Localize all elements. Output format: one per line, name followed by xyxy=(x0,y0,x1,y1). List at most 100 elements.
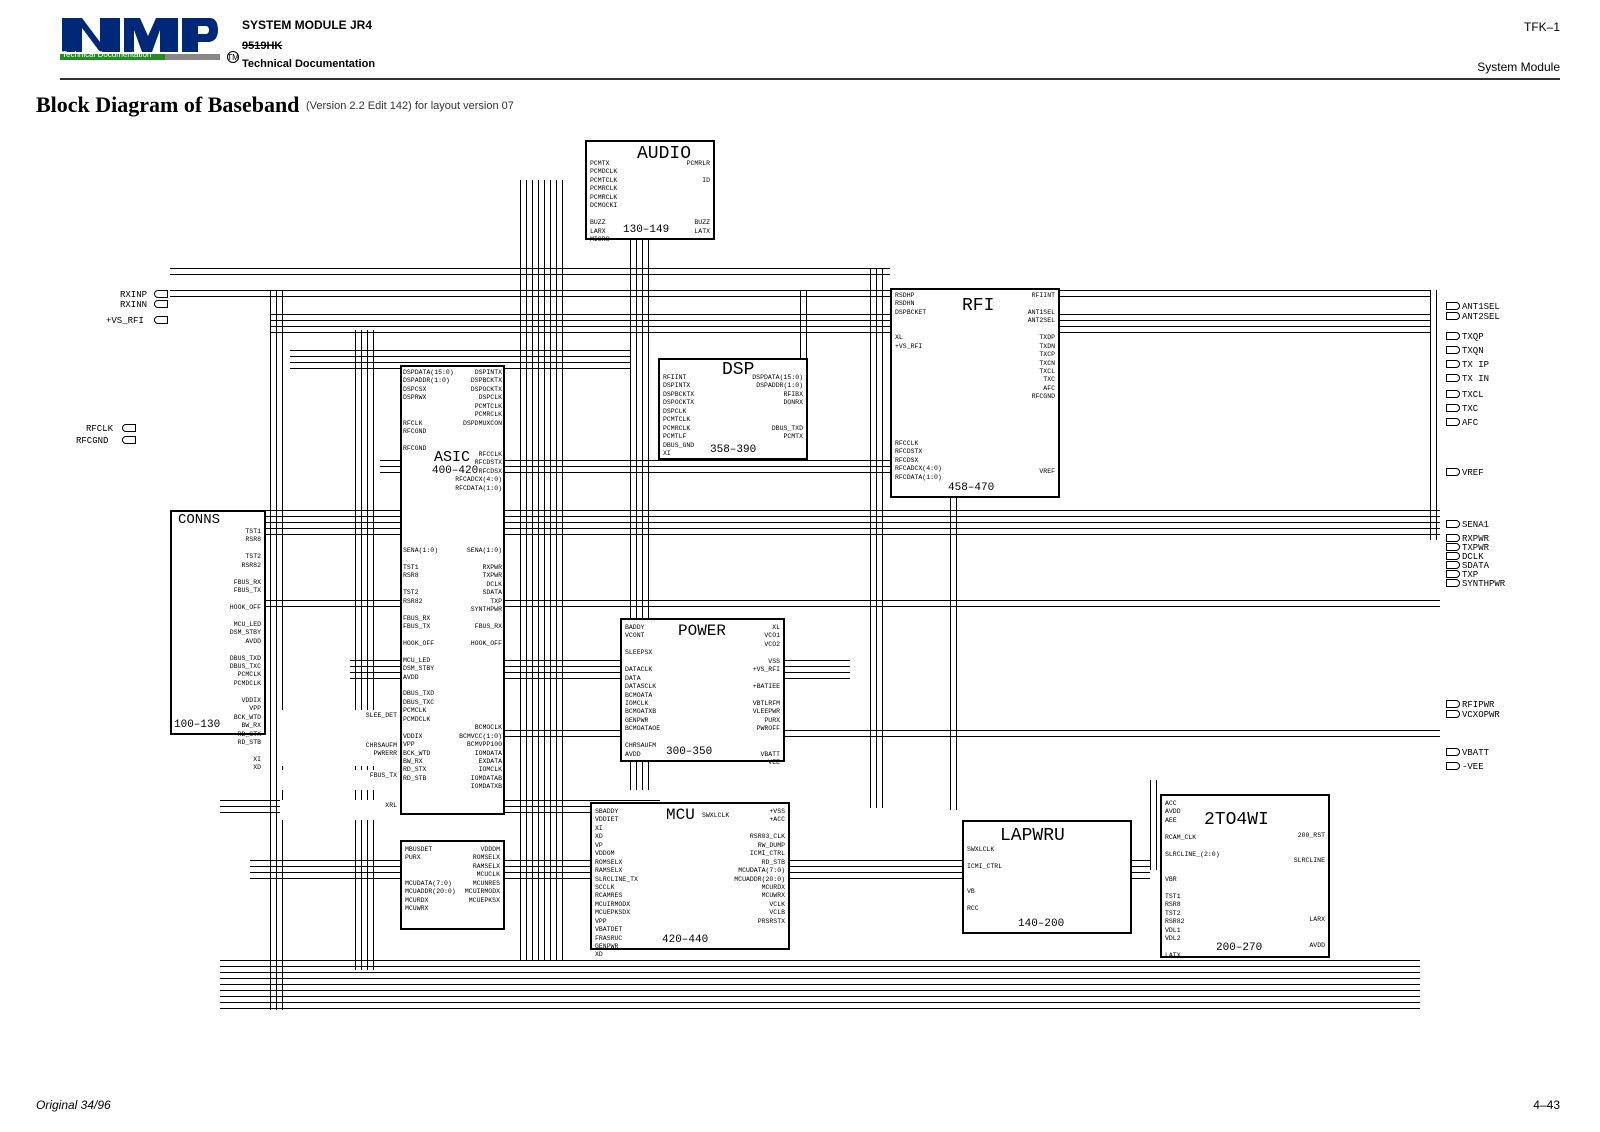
mcu-range: 420–440 xyxy=(662,934,708,946)
dsp-pins-left: RFIINT DSPINTX DSPBCKTX DSPOCKTX DSPCLK … xyxy=(663,374,694,458)
port-sym-vcxopwr xyxy=(1446,710,1460,718)
port-sym-txin xyxy=(1446,374,1460,382)
port-sym-rxinn xyxy=(154,300,168,308)
asic-sleedet: SLEE_DET xyxy=(366,712,397,720)
port-sym-txp xyxy=(1446,570,1460,578)
header-code: 9519HK xyxy=(242,40,282,52)
rfi-block: RFI RSDHP RSDHN DSPBCKET XL +VS_RFI RFII… xyxy=(890,288,1060,498)
rfi-range: 458–470 xyxy=(948,482,994,494)
port-vee: -VEE xyxy=(1462,762,1484,772)
logo-overlay-text: Technical Documentation xyxy=(62,50,151,59)
power-pins-r: XL VCO1 VCO2 VSS +VS_RFI +BATIEE VBTLRFM… xyxy=(753,624,780,767)
port-vbatt: VBATT xyxy=(1462,748,1489,758)
port-sym-synthpwr xyxy=(1446,579,1460,587)
rfi-pins-lb: RFCCLK RFCDSTX RFCDSX RFCADCX(4:0) RFCDA… xyxy=(895,440,942,482)
power-label: POWER xyxy=(678,622,726,640)
lapwru-pins-l: SWXLCLK ICMI_CTRL VB RCC xyxy=(967,846,1002,914)
lapwru-range: 140–200 xyxy=(1018,918,1064,930)
port-sym-afc xyxy=(1446,418,1460,426)
port-vcxopwr: VCXOPWR xyxy=(1462,710,1500,720)
power-pins-l: BADDY VCONT SLEEPSX DATACLK DATA DATASCL… xyxy=(625,624,660,759)
asic-mcu-r: VDDDM ROMSELX RAMSELX MCUCLK MCUNRES MCU… xyxy=(465,846,500,905)
lapwru-block: LAPWRU SWXLCLK ICMI_CTRL VB RCC 140–200 xyxy=(962,820,1132,934)
asic-pins-rb: SENA(1:0) RXPWR TXPWR DCLK SDATA TXP SYN… xyxy=(459,547,502,792)
audio-label: AUDIO xyxy=(637,144,691,164)
page-title: Block Diagram of Baseband xyxy=(36,92,299,118)
port-vref: VREF xyxy=(1462,468,1484,478)
port-sym-rfcgnd xyxy=(122,436,136,444)
header-rule xyxy=(60,78,1560,80)
header-tfk: TFK–1 xyxy=(1524,20,1560,34)
port-sym-ant2sel xyxy=(1446,312,1460,320)
rfi-pins-lt: RSDHP RSDHN DSPBCKET XL +VS_RFI xyxy=(895,292,926,351)
port-sym-txqp xyxy=(1446,332,1460,340)
audio-block: AUDIO PCMTX PCMDCLK PCMTCLK PCMRCLK PCMR… xyxy=(585,140,715,240)
audio-range: 130–149 xyxy=(623,224,669,236)
footer-right: 4–43 xyxy=(1533,1098,1560,1112)
asic-pwrerr: CHRSAUFM PWRERR xyxy=(366,742,397,759)
port-txip: TX IP xyxy=(1462,360,1489,370)
port-rfcgnd: RFCGND xyxy=(76,436,108,446)
rfi-pins-rb: VREF xyxy=(1039,468,1055,476)
lapwru-label: LAPWRU xyxy=(1000,826,1065,846)
port-sym-rfclk xyxy=(122,424,136,432)
conns-pins: TST1 RSR8 TST2 RSR82 FBUS_RX FBUS_TX HOO… xyxy=(230,528,261,773)
page-header: Technical Documentation TM SYSTEM MODULE… xyxy=(60,16,1560,72)
twowi-pins-l: ACC AVDD AEE RCAM_CLK SLRCLINE_(2:0) VBR… xyxy=(1165,800,1220,960)
port-vsrfi: +VS_RFI xyxy=(106,316,144,326)
mcu-label: MCU xyxy=(666,806,695,824)
port-sym-sena1 xyxy=(1446,520,1460,528)
header-system-module: SYSTEM MODULE JR4 xyxy=(242,18,372,32)
asic-sub3: FBUS_TX xyxy=(280,770,400,790)
block-diagram: AUDIO PCMTX PCMDCLK PCMTCLK PCMRCLK PCMR… xyxy=(100,140,1500,1060)
header-sysmod: System Module xyxy=(1477,60,1560,74)
mcu-pins-r: +VSS +ACC RSR03_CLK RW_DUMP ICMI_CTRL RD… xyxy=(734,808,785,926)
port-sym-txip xyxy=(1446,360,1460,368)
asic-xrl: XRL xyxy=(385,802,397,810)
asic-fbus: FBUS_TX xyxy=(370,772,397,780)
dsp-label: DSP xyxy=(722,360,754,380)
twowi-pins-r: 200_RST SLRCLINE LARX AVDD xyxy=(1294,832,1325,950)
port-sym-rfipwr xyxy=(1446,700,1460,708)
port-synthpwr: SYNTHPWR xyxy=(1462,579,1505,589)
dsp-range: 358–390 xyxy=(710,444,756,456)
asic-pins-rm: RFCCLK RFCDSTX RFCDSX RFCADCX(4:0) RFCDA… xyxy=(455,451,502,493)
port-sym-txcl xyxy=(1446,390,1460,398)
page-title-sub: (Version 2.2 Edit 142) for layout versio… xyxy=(306,100,514,112)
trademark-icon: TM xyxy=(227,51,239,63)
port-sym-rxpwr xyxy=(1446,534,1460,542)
port-sena1: SENA1 xyxy=(1462,520,1489,530)
conns-range: 100–130 xyxy=(174,719,220,731)
rfi-pins-rt: RFIINT ANT1SEL ANT2SEL TXDP TXDN TXCP TX… xyxy=(1028,292,1055,402)
conns-block: CONNS TST1 RSR8 TST2 RSR82 FBUS_RX FBUS_… xyxy=(170,510,266,735)
twowi-block: 2TO4WI ACC AVDD AEE RCAM_CLK SLRCLINE_(2… xyxy=(1160,794,1330,958)
port-rfipwr: RFIPWR xyxy=(1462,700,1494,710)
port-sym-sdata xyxy=(1446,561,1460,569)
port-txcl: TXCL xyxy=(1462,390,1484,400)
power-block: POWER BADDY VCONT SLEEPSX DATACLK DATA D… xyxy=(620,618,785,762)
port-rxinn: RXINN xyxy=(120,300,147,310)
port-txc: TXC xyxy=(1462,404,1478,414)
port-sym-txpwr xyxy=(1446,543,1460,551)
power-range: 300–350 xyxy=(666,746,712,758)
asic-sub2: CHRSAUFM PWRERR xyxy=(280,740,400,766)
port-rxinp: RXINP xyxy=(120,290,147,300)
asic-pins-lb: SENA(1:0) TST1 RSR8 TST2 RSR82 FBUS_RX F… xyxy=(403,547,438,783)
footer-left: Original 34/96 xyxy=(36,1098,111,1112)
port-ant1sel: ANT1SEL xyxy=(1462,302,1500,312)
audio-pins-right: PCMRLR ID BUZZ LATX xyxy=(687,160,710,236)
mcu-block: MCU SBADDY VDDIET XI XD VP VDDOM ROMSELX… xyxy=(590,802,790,950)
port-sym-vref xyxy=(1446,468,1460,476)
port-sym-vsrfi xyxy=(154,316,168,324)
port-sym-ant1sel xyxy=(1446,302,1460,310)
port-sym-vee xyxy=(1446,762,1460,770)
port-sym-rxinp xyxy=(154,290,168,298)
asic-mcu-sub: MBUSDET PURX MCUDATA(7:0) MCUADDR(20:0) … xyxy=(400,840,505,930)
asic-pins-rt: DSPINTX DSPBCKTX DSPOCKTX DSPCLK PCMTCLK… xyxy=(463,369,502,428)
port-sym-txqn xyxy=(1446,346,1460,354)
twowi-range: 200–270 xyxy=(1216,942,1262,954)
rfi-label: RFI xyxy=(962,296,994,316)
port-sym-vbatt xyxy=(1446,748,1460,756)
port-sym-dclk xyxy=(1446,552,1460,560)
asic-block: ASIC 400–420 DSPDATA(15:0) DSPADDR(1:0) … xyxy=(400,365,505,815)
